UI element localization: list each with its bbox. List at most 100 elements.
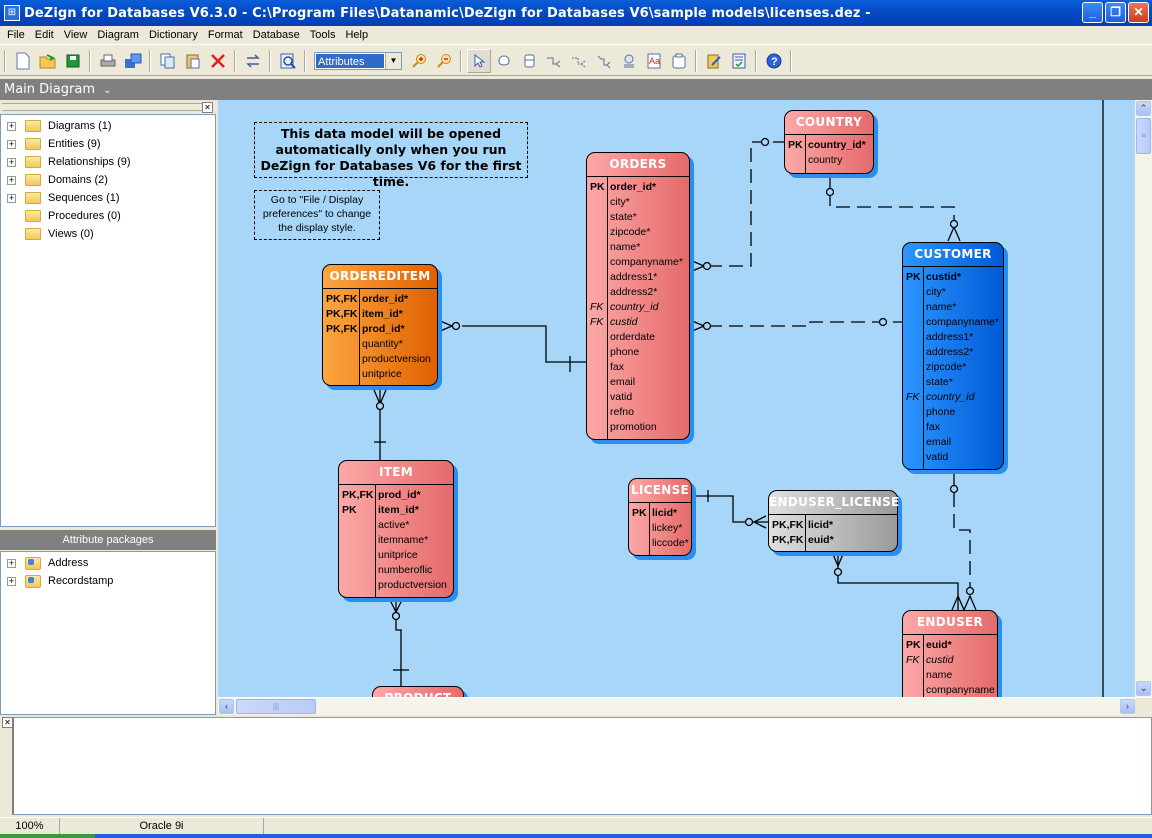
copy-icon[interactable] bbox=[156, 49, 180, 73]
attribute-row[interactable]: country_id* bbox=[808, 138, 871, 153]
attribute-row[interactable]: phone bbox=[610, 345, 687, 360]
attribute-row[interactable]: country_id bbox=[926, 390, 1001, 405]
pointer-icon[interactable] bbox=[466, 48, 491, 73]
paste-icon[interactable] bbox=[181, 49, 205, 73]
menu-view[interactable]: View bbox=[59, 29, 93, 41]
chevron-down-icon[interactable]: ▼ bbox=[385, 52, 401, 69]
vertical-scroll-thumb[interactable]: ≡ bbox=[1136, 118, 1151, 154]
attribute-row[interactable]: country_id bbox=[610, 300, 687, 315]
diagram-canvas[interactable]: This data model will be opened automatic… bbox=[218, 100, 1136, 697]
minimize-button[interactable]: _ bbox=[1082, 2, 1103, 23]
entity-icon[interactable] bbox=[517, 49, 541, 73]
attribute-row[interactable]: address2* bbox=[926, 345, 1001, 360]
package-item-recordstamp[interactable]: + Recordstamp bbox=[1, 572, 215, 590]
attribute-row[interactable]: productversion bbox=[362, 352, 435, 367]
expand-icon[interactable]: + bbox=[7, 157, 16, 167]
attribute-row[interactable]: country bbox=[808, 153, 871, 168]
tree-item-entities[interactable]: + Entities (9) bbox=[1, 135, 215, 153]
vertical-scrollbar[interactable]: ⌃ ≡ ⌄ bbox=[1135, 100, 1152, 697]
attribute-row[interactable]: unitprice bbox=[362, 367, 435, 382]
horizontal-scrollbar[interactable]: ‹ ||| › bbox=[218, 698, 1136, 715]
expand-icon[interactable]: + bbox=[7, 175, 16, 185]
close-icon[interactable]: ✕ bbox=[202, 102, 213, 113]
expand-icon[interactable]: + bbox=[7, 139, 16, 149]
diagram-tab-main[interactable]: Main Diagram bbox=[4, 82, 95, 97]
export-icon[interactable] bbox=[121, 49, 145, 73]
entity-item[interactable]: ITEM PK,FK PK prod_id* item_id* active* itemn… bbox=[338, 460, 454, 598]
hand-icon[interactable] bbox=[492, 49, 516, 73]
tree-item-sequences[interactable]: + Sequences (1) bbox=[1, 189, 215, 207]
close-button[interactable]: ✕ bbox=[1128, 2, 1149, 23]
attribute-row[interactable]: unitprice bbox=[378, 548, 451, 563]
tree-item-domains[interactable]: + Domains (2) bbox=[1, 171, 215, 189]
subtype-icon[interactable] bbox=[617, 49, 641, 73]
attribute-row[interactable]: prod_id* bbox=[362, 322, 435, 337]
attribute-row[interactable]: euid* bbox=[808, 533, 895, 548]
attribute-row[interactable]: active* bbox=[378, 518, 451, 533]
attribute-row[interactable]: productversion bbox=[378, 578, 451, 593]
entity-orders[interactable]: ORDERS PK FK FK order_id* city* state* zipcode… bbox=[586, 152, 690, 440]
menu-file[interactable]: File bbox=[2, 29, 30, 41]
horizontal-scroll-thumb[interactable]: ||| bbox=[236, 699, 316, 714]
scroll-left-button[interactable]: ‹ bbox=[219, 699, 234, 714]
toolbar-grip[interactable] bbox=[4, 49, 6, 72]
attribute-row[interactable]: companyname* bbox=[610, 255, 687, 270]
attribute-row[interactable]: state* bbox=[926, 375, 1001, 390]
attribute-row[interactable]: custid* bbox=[926, 270, 1001, 285]
attribute-row[interactable]: vatid bbox=[926, 450, 1001, 465]
output-log[interactable] bbox=[12, 717, 1152, 815]
entity-license[interactable]: LICENSE PK licid* lickey* liccode* bbox=[628, 478, 692, 556]
attribute-row[interactable]: companyname bbox=[926, 683, 995, 697]
menu-database[interactable]: Database bbox=[248, 29, 305, 41]
attribute-row[interactable]: lickey* bbox=[652, 521, 689, 536]
page-icon[interactable] bbox=[667, 49, 691, 73]
open-icon[interactable] bbox=[36, 49, 60, 73]
start-button[interactable] bbox=[0, 834, 95, 838]
attribute-row[interactable]: promotion bbox=[610, 420, 687, 435]
attribute-row[interactable]: vatid bbox=[610, 390, 687, 405]
attribute-row[interactable]: orderdate bbox=[610, 330, 687, 345]
attribute-row[interactable]: euid* bbox=[926, 638, 995, 653]
attribute-row[interactable]: quantity* bbox=[362, 337, 435, 352]
attribute-row[interactable]: licid* bbox=[652, 506, 689, 521]
panel-grip[interactable] bbox=[2, 103, 204, 111]
expand-icon[interactable]: + bbox=[7, 558, 16, 568]
menu-diagram[interactable]: Diagram bbox=[92, 29, 144, 41]
package-item-address[interactable]: + Address bbox=[1, 554, 215, 572]
non-identifying-relationship-icon[interactable] bbox=[567, 49, 591, 73]
attribute-row[interactable]: itemname* bbox=[378, 533, 451, 548]
menu-tools[interactable]: Tools bbox=[305, 29, 341, 41]
entity-country[interactable]: COUNTRY PK country_id* country bbox=[784, 110, 874, 174]
delete-icon[interactable] bbox=[206, 49, 230, 73]
attribute-row[interactable]: order_id* bbox=[610, 180, 687, 195]
attribute-row[interactable]: name bbox=[926, 668, 995, 683]
menu-dictionary[interactable]: Dictionary bbox=[144, 29, 203, 41]
display-style-note[interactable]: Go to "File / Display preferences" to ch… bbox=[254, 190, 380, 240]
save-icon[interactable] bbox=[61, 49, 85, 73]
attribute-row[interactable]: address2* bbox=[610, 285, 687, 300]
attribute-row[interactable]: item_id* bbox=[362, 307, 435, 322]
attribute-row[interactable]: state* bbox=[610, 210, 687, 225]
attribute-row[interactable]: city* bbox=[926, 285, 1001, 300]
attribute-row[interactable]: email bbox=[926, 435, 1001, 450]
print-icon[interactable] bbox=[96, 49, 120, 73]
attribute-row[interactable]: name* bbox=[610, 240, 687, 255]
expand-icon[interactable]: + bbox=[7, 121, 16, 131]
attribute-row[interactable]: refno bbox=[610, 405, 687, 420]
attribute-row[interactable]: custid bbox=[610, 315, 687, 330]
attribute-row[interactable]: fax bbox=[926, 420, 1001, 435]
welcome-note[interactable]: This data model will be opened automatic… bbox=[254, 122, 528, 189]
new-icon[interactable] bbox=[11, 49, 35, 73]
tree-item-diagrams[interactable]: + Diagrams (1) bbox=[1, 117, 215, 135]
self-relationship-icon[interactable] bbox=[592, 49, 616, 73]
menu-edit[interactable]: Edit bbox=[30, 29, 59, 41]
display-mode-select[interactable]: Attributes ▼ bbox=[314, 51, 402, 70]
generate-icon[interactable] bbox=[702, 49, 726, 73]
attribute-row[interactable]: zipcode* bbox=[610, 225, 687, 240]
help-icon[interactable]: ? bbox=[762, 49, 786, 73]
attribute-row[interactable]: prod_id* bbox=[378, 488, 451, 503]
attribute-row[interactable]: phone bbox=[926, 405, 1001, 420]
entity-enduser[interactable]: ENDUSER PK FK euid* custid name companyname bbox=[902, 610, 998, 697]
zoom-out-icon[interactable] bbox=[432, 49, 456, 73]
attribute-row[interactable]: custid bbox=[926, 653, 995, 668]
